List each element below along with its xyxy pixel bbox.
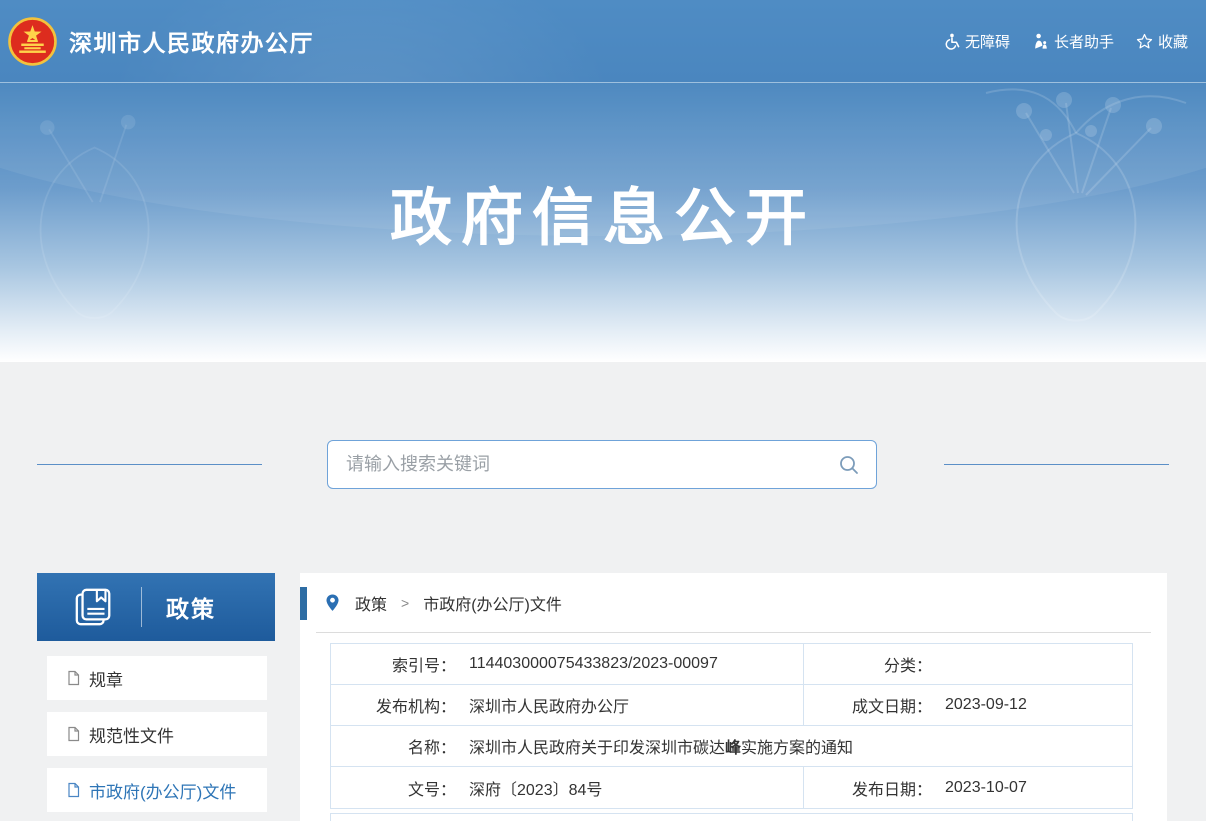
written-date-cell: 成文日期： 2023-09-12 — [804, 685, 1132, 725]
index-number-label: 索引号： — [331, 652, 456, 676]
table-row: 索引号： 114403000075433823/2023-00097 分类： — [331, 644, 1132, 685]
national-emblem-logo — [8, 17, 57, 66]
breadcrumb-separator: > — [401, 595, 409, 611]
wheelchair-icon — [943, 33, 960, 50]
favorite-label: 收藏 — [1158, 31, 1188, 52]
search-box — [327, 440, 877, 489]
search-icon — [837, 453, 861, 477]
accessibility-label: 无障碍 — [965, 31, 1010, 52]
sidebar-header: 政策 — [37, 573, 275, 641]
table-row-partial — [330, 813, 1133, 821]
document-icon — [66, 782, 81, 798]
favorite-link[interactable]: 收藏 — [1136, 31, 1188, 52]
document-name-text: 实施方案的通知 — [741, 740, 853, 757]
sidebar-header-label: 政策 — [166, 590, 216, 624]
elder-icon — [1032, 33, 1049, 50]
content: 政策 规章 规范性文件 — [0, 573, 1206, 821]
document-number-label: 文号： — [331, 776, 456, 800]
index-number-cell: 索引号： 114403000075433823/2023-00097 — [331, 644, 804, 684]
elder-assistant-label: 长者助手 — [1054, 31, 1114, 52]
document-name-label: 名称： — [331, 734, 456, 758]
sidebar-item-label: 规章 — [89, 666, 123, 691]
breadcrumb-root[interactable]: 政策 — [355, 591, 387, 615]
document-info-table: 索引号： 114403000075433823/2023-00097 分类： 发… — [330, 643, 1133, 809]
sidebar: 政策 规章 规范性文件 — [37, 573, 275, 821]
header-utility-links: 无障碍 长者助手 收藏 — [943, 31, 1188, 52]
book-icon — [73, 586, 115, 628]
sidebar-item-label: 市政府(办公厅)文件 — [89, 778, 236, 803]
main-panel: 政策 > 市政府(办公厅)文件 索引号： 114403000075433823/… — [300, 573, 1167, 821]
document-icon — [66, 670, 81, 686]
document-number-cell: 文号： 深府〔2023〕84号 — [331, 767, 804, 808]
star-icon — [1136, 33, 1153, 50]
site-identity: 深圳市人民政府办公厅 — [8, 17, 314, 66]
document-name-value: 深圳市人民政府关于印发深圳市碳达峰实施方案的通知 — [469, 734, 853, 758]
breadcrumb-current[interactable]: 市政府(办公厅)文件 — [423, 591, 562, 615]
category-label: 分类： — [804, 652, 932, 676]
site-header: 深圳市人民政府办公厅 无障碍 长者助手 — [0, 0, 1206, 83]
elder-assistant-link[interactable]: 长者助手 — [1032, 31, 1114, 52]
written-date-value: 2023-09-12 — [945, 696, 1027, 714]
issuer-label: 发布机构： — [331, 693, 456, 717]
page-title: 政府信息公开 — [0, 167, 1206, 257]
issuer-value: 深圳市人民政府办公厅 — [469, 693, 629, 717]
sidebar-item-regulations[interactable]: 规章 — [47, 656, 267, 700]
breadcrumb-accent-bar — [300, 587, 307, 620]
banner: 政府信息公开 — [0, 83, 1206, 362]
accessibility-link[interactable]: 无障碍 — [943, 31, 1010, 52]
table-row: 发布机构： 深圳市人民政府办公厅 成文日期： 2023-09-12 — [331, 685, 1132, 726]
publish-date-value: 2023-10-07 — [945, 779, 1027, 797]
search-input[interactable] — [346, 454, 836, 475]
location-pin-icon — [324, 593, 341, 613]
table-row: 文号： 深府〔2023〕84号 发布日期： 2023-10-07 — [331, 767, 1132, 808]
document-name-highlight: 峰 — [725, 740, 741, 757]
breadcrumb: 政策 > 市政府(办公厅)文件 — [316, 573, 1151, 633]
document-name-cell: 名称： 深圳市人民政府关于印发深圳市碳达峰实施方案的通知 — [331, 726, 1132, 766]
category-cell: 分类： — [804, 644, 1132, 684]
written-date-label: 成文日期： — [804, 693, 932, 717]
document-name-text: 深圳市人民政府关于印发深圳市碳达 — [469, 740, 725, 757]
sidebar-header-divider — [141, 587, 142, 627]
issuer-cell: 发布机构： 深圳市人民政府办公厅 — [331, 685, 804, 725]
sidebar-items: 规章 规范性文件 市政府(办公厅)文件 — [37, 656, 275, 812]
sidebar-item-normative-documents[interactable]: 规范性文件 — [47, 712, 267, 756]
index-number-value: 114403000075433823/2023-00097 — [469, 655, 718, 673]
site-title: 深圳市人民政府办公厅 — [69, 24, 314, 58]
page: 深圳市人民政府办公厅 无障碍 长者助手 — [0, 0, 1206, 821]
sidebar-item-label: 规范性文件 — [89, 722, 174, 747]
decorative-line-left — [37, 464, 262, 465]
publish-date-cell: 发布日期： 2023-10-07 — [804, 767, 1132, 808]
document-number-value: 深府〔2023〕84号 — [469, 776, 602, 800]
document-icon — [66, 726, 81, 742]
search-section — [0, 362, 1206, 573]
sidebar-item-municipal-government-documents[interactable]: 市政府(办公厅)文件 — [47, 768, 267, 812]
table-row: 名称： 深圳市人民政府关于印发深圳市碳达峰实施方案的通知 — [331, 726, 1132, 767]
decorative-line-right — [944, 464, 1169, 465]
publish-date-label: 发布日期： — [804, 776, 932, 800]
search-button[interactable] — [836, 452, 862, 478]
